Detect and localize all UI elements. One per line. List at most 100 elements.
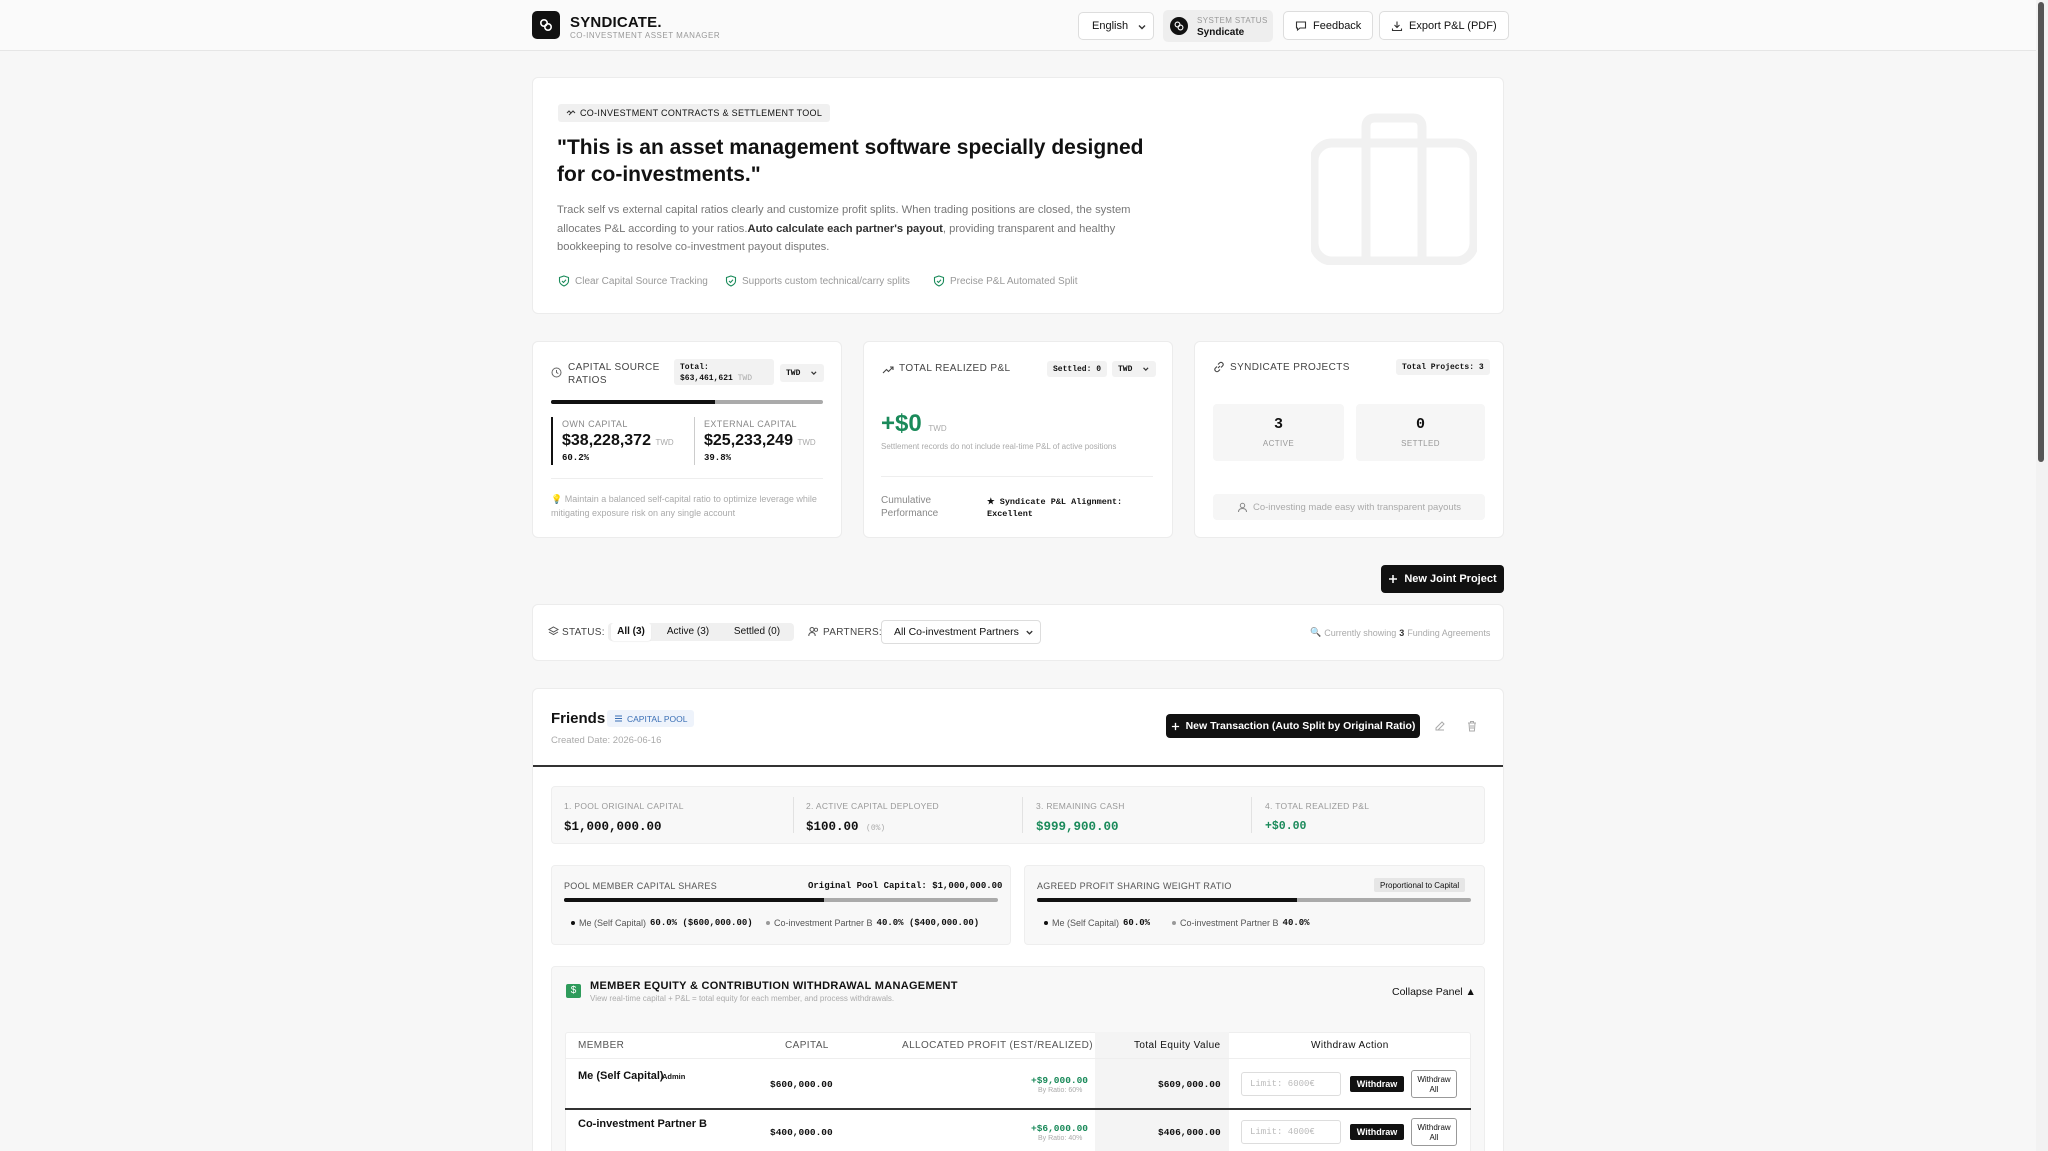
new-transaction-button[interactable]: New Transaction (Auto Split by Original … bbox=[1166, 714, 1420, 738]
weights-bar-fill bbox=[1037, 898, 1298, 902]
row-divider bbox=[565, 1108, 1471, 1110]
tab-active[interactable]: Active (3) bbox=[657, 623, 719, 641]
capital-ratio-fill bbox=[551, 400, 715, 404]
projects-footer: Co-investing made easy with transparent … bbox=[1213, 494, 1485, 520]
users-icon bbox=[808, 627, 819, 637]
shares-bar-fill bbox=[564, 898, 825, 902]
feature-item: Clear Capital Source Tracking bbox=[558, 275, 708, 287]
member-profit: +$6,000.00 bbox=[1031, 1123, 1089, 1134]
member-profit: +$9,000.00 bbox=[1031, 1075, 1089, 1086]
feedback-label: Feedback bbox=[1313, 19, 1362, 32]
own-capital-label: OWN CAPITAL bbox=[562, 419, 628, 429]
withdraw-amount-input[interactable]: Limit: 4000€ bbox=[1241, 1120, 1341, 1144]
shares-bar bbox=[564, 898, 998, 902]
capital-total-badge: Total: $63,461,621 TWD bbox=[674, 359, 774, 385]
collapse-panel-button[interactable]: Collapse Panel ▲ bbox=[1392, 986, 1476, 998]
hero-description-bold: Auto calculate each partner's payout bbox=[747, 222, 943, 235]
edit-icon[interactable] bbox=[1434, 720, 1446, 732]
withdraw-all-button[interactable]: Withdraw All bbox=[1411, 1118, 1457, 1146]
project-created-date: Created Date: 2026-06-16 bbox=[551, 735, 662, 746]
tab-settled[interactable]: Settled (0) bbox=[724, 623, 790, 641]
export-label: Export P&L (PDF) bbox=[1409, 19, 1497, 32]
clock-icon bbox=[551, 367, 562, 378]
capital-title-2: RATIOS bbox=[568, 375, 607, 386]
capital-ratio-bar bbox=[551, 400, 823, 404]
top-bar: SYNDICATE. CO-INVESTMENT ASSET MANAGER E… bbox=[0, 0, 2048, 51]
pnl-value: +$0 TWD bbox=[881, 410, 947, 437]
capital-pool-badge: CAPITAL POOL bbox=[607, 710, 695, 727]
divider bbox=[793, 797, 794, 833]
language-value: English bbox=[1092, 20, 1129, 32]
divider bbox=[551, 478, 823, 479]
brand-name: SYNDICATE. bbox=[570, 14, 662, 31]
plus-icon bbox=[1389, 575, 1398, 583]
active-count: 3 bbox=[1273, 416, 1283, 433]
withdraw-all-button[interactable]: Withdraw All bbox=[1411, 1070, 1457, 1098]
system-status: SYSTEM STATUS Syndicate bbox=[1163, 10, 1273, 42]
divider bbox=[881, 476, 1153, 477]
external-capital-pct: 39.8% bbox=[704, 453, 732, 463]
settled-count: 0 bbox=[1415, 416, 1425, 433]
shield-check-icon bbox=[558, 275, 570, 287]
capital-currency-select[interactable]: TWD bbox=[780, 364, 824, 382]
scrollbar-thumb[interactable] bbox=[2038, 2, 2044, 462]
own-capital-divider bbox=[551, 417, 553, 465]
col-allocated-profit: ALLOCATED PROFIT (EST/REALIZED) bbox=[902, 1040, 1093, 1051]
pnl-currency-select[interactable]: TWD bbox=[1112, 361, 1156, 377]
col-total-equity: Total Equity Value bbox=[1134, 1040, 1221, 1051]
hero-title: "This is an asset management software sp… bbox=[557, 136, 1144, 186]
member-shares-panel bbox=[551, 865, 1011, 945]
member-profit-ratio: By Ratio: 40% bbox=[1038, 1135, 1083, 1142]
external-capital-value: $25,233,249 TWD bbox=[704, 432, 816, 449]
status-filter-label: STATUS: bbox=[562, 627, 605, 638]
logo-icon bbox=[532, 11, 560, 39]
withdraw-button[interactable]: Withdraw bbox=[1350, 1124, 1404, 1140]
feedback-button[interactable]: Feedback bbox=[1283, 11, 1374, 40]
own-capital-pct: 60.2% bbox=[562, 453, 590, 463]
feature-item: Precise P&L Automated Split bbox=[933, 275, 1077, 287]
withdraw-button[interactable]: Withdraw bbox=[1350, 1076, 1404, 1092]
external-capital-label: EXTERNAL CAPITAL bbox=[704, 419, 797, 429]
share-me: Me (Self Capital) 60.0% ($600,000.00) bbox=[571, 918, 753, 928]
settled-badge: Settled: 0 bbox=[1047, 361, 1108, 377]
active-projects-tile[interactable]: 3 ACTIVE bbox=[1213, 404, 1344, 461]
divider bbox=[565, 1058, 1471, 1059]
share-partner-b: Co-investment Partner B 40.0% ($400,000.0… bbox=[766, 918, 979, 928]
weights-title: AGREED PROFIT SHARING WEIGHT RATIO bbox=[1037, 881, 1232, 891]
briefcase-icon bbox=[1311, 113, 1477, 265]
project-divider bbox=[533, 765, 1503, 767]
language-select[interactable]: English bbox=[1078, 12, 1154, 40]
hero-tag-text: CO-INVESTMENT CONTRACTS & SETTLEMENT TOO… bbox=[580, 108, 823, 118]
new-joint-project-button[interactable]: New Joint Project bbox=[1381, 565, 1504, 593]
settled-projects-tile[interactable]: 0 SETTLED bbox=[1356, 404, 1485, 461]
divider bbox=[1022, 797, 1023, 833]
chevron-down-icon bbox=[1138, 25, 1146, 30]
list-icon bbox=[615, 715, 622, 722]
project-name: Friends bbox=[551, 710, 606, 727]
feature-item: Supports custom technical/carry splits bbox=[725, 275, 910, 287]
export-pdf-button[interactable]: Export P&L (PDF) bbox=[1379, 11, 1509, 40]
plus-icon bbox=[1171, 722, 1179, 730]
hero-tag: CO-INVESTMENT CONTRACTS & SETTLEMENT TOO… bbox=[558, 104, 831, 122]
projects-title: SYNDICATE PROJECTS bbox=[1230, 362, 1350, 373]
status-label: SYSTEM STATUS bbox=[1197, 16, 1268, 25]
total-projects-badge: Total Projects: 3 bbox=[1396, 359, 1490, 375]
chevron-down-icon bbox=[1143, 367, 1149, 371]
trash-icon[interactable] bbox=[1466, 720, 1478, 732]
withdraw-amount-input[interactable]: Limit: 6000€ bbox=[1241, 1072, 1341, 1096]
member-capital: $600,000.00 bbox=[770, 1079, 833, 1090]
capital-title: CAPITAL SOURCE bbox=[568, 362, 660, 373]
profit-weights-panel bbox=[1024, 865, 1485, 945]
showing-count-text: 🔍 Currently showing 3 Funding Agreements bbox=[1310, 627, 1491, 638]
weight-me: Me (Self Capital) 60.0% bbox=[1044, 918, 1150, 928]
search-icon: 🔍 bbox=[1310, 627, 1322, 637]
stat-remaining-cash: 3. REMAINING CASH $999,900.00 bbox=[1036, 801, 1125, 834]
status-avatar-icon bbox=[1170, 17, 1188, 35]
download-icon bbox=[1391, 21, 1403, 31]
partners-select[interactable]: All Co-investment Partners bbox=[881, 620, 1041, 644]
col-withdraw-action: Withdraw Action bbox=[1311, 1040, 1389, 1051]
trending-up-icon bbox=[882, 366, 894, 374]
link-icon bbox=[1214, 361, 1224, 373]
tab-all[interactable]: All (3) bbox=[611, 623, 651, 641]
active-label: ACTIVE bbox=[1262, 439, 1295, 448]
